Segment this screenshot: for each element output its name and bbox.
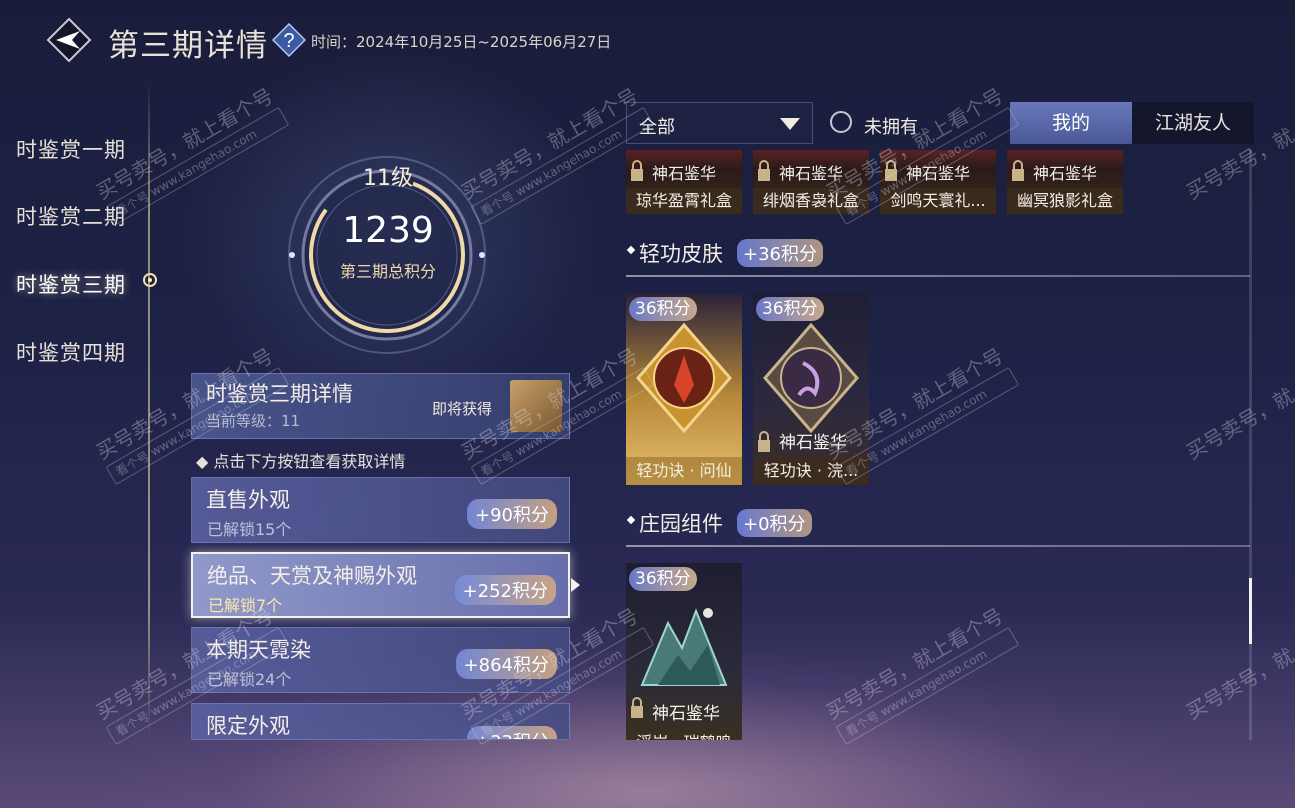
skin-name: 轻功诀 · 浣...	[753, 457, 869, 485]
category-premium[interactable]: 绝品、天赏及神赐外观 已解锁7个 +252积分	[191, 552, 570, 618]
category-points: +252积分	[454, 575, 556, 605]
scrollbar-track[interactable]	[1249, 150, 1252, 740]
gift-card[interactable]: 神石鉴华 剑鸣天寰礼...	[880, 150, 996, 214]
svg-text:?: ?	[283, 30, 294, 52]
category-name: 本期天霓染	[206, 638, 311, 662]
sidebar-divider	[148, 80, 150, 740]
back-arrow-icon	[46, 17, 92, 63]
category-name: 绝品、天赏及神赐外观	[207, 564, 417, 588]
lock-icon	[631, 697, 643, 718]
not-owned-radio[interactable]	[830, 111, 852, 133]
coming-soon-label: 即将获得	[432, 400, 493, 418]
skin-card[interactable]: 36积分 轻功诀 · 问仙	[626, 293, 742, 485]
watermark-site: 看个号 www.kangehao.com	[835, 626, 1020, 746]
sidebar-item-period-1[interactable]: 时鉴赏一期	[16, 134, 126, 164]
sidebar-item-period-3[interactable]: 时鉴赏三期	[16, 269, 126, 299]
level-label: 11级	[363, 166, 413, 191]
question-icon: ?	[271, 22, 307, 58]
gift-source: 神石鉴华	[1033, 164, 1098, 183]
selected-arrow-icon	[571, 578, 580, 592]
points-badge: 36积分	[756, 297, 824, 321]
tab-friends[interactable]: 江湖友人	[1132, 102, 1254, 144]
category-dye[interactable]: 本期天霓染 已解锁24个 +864积分	[191, 627, 570, 693]
watermark-text: 买号卖号，就上看个号	[1182, 603, 1295, 725]
category-unlocked: 已解锁24个	[207, 670, 292, 689]
total-score: 1239	[342, 210, 434, 251]
filter-value: 全部	[639, 117, 675, 138]
sidebar-item-period-4[interactable]: 时鉴赏四期	[16, 337, 126, 367]
skin-source: 神石鉴华	[779, 433, 847, 453]
section-points-qinggong: +36积分	[737, 239, 823, 267]
next-reward-thumbnail[interactable]	[510, 380, 562, 432]
skin-emblem-icon	[636, 323, 732, 433]
section-divider	[626, 275, 1250, 277]
sidebar-item-period-2[interactable]: 时鉴赏二期	[16, 201, 126, 231]
gift-card[interactable]: 神石鉴华 幽冥狼影礼盒	[1007, 150, 1123, 214]
watermark: 买号卖号，就上看个号	[1180, 340, 1295, 465]
hint-label: 点击下方按钮查看获取详情	[213, 452, 406, 471]
section-bullet-icon	[626, 515, 636, 525]
points-badge: 36积分	[629, 567, 697, 591]
points-badge: 36积分	[629, 297, 697, 321]
section-divider	[626, 545, 1250, 547]
back-button[interactable]	[46, 17, 92, 63]
gift-card[interactable]: 神石鉴华 琼华盈霄礼盒	[626, 150, 742, 214]
gift-card[interactable]: 神石鉴华 绯烟香袅礼盒	[753, 150, 869, 214]
category-points: +864积分	[455, 649, 557, 679]
manor-name: 浮岩 · 瑞鹤鸣	[626, 729, 742, 740]
lock-icon	[758, 160, 770, 181]
help-button[interactable]: ?	[271, 22, 307, 58]
page-title: 第三期详情	[108, 28, 268, 64]
lock-icon	[1012, 160, 1024, 181]
gift-name: 绯烟香袅礼盒	[753, 188, 869, 214]
watermark-text: 买号卖号，就上看个号	[822, 603, 1008, 725]
category-direct-sale[interactable]: 直售外观 已解锁15个 +90积分	[191, 477, 570, 543]
hint-text: ◆ 点击下方按钮查看获取详情	[196, 452, 406, 471]
gift-source: 神石鉴华	[779, 164, 844, 183]
section-title-manor: 庄园组件	[639, 512, 723, 536]
manor-card[interactable]: 36积分 神石鉴华 浮岩 · 瑞鹤鸣	[626, 563, 742, 740]
gift-source: 神石鉴华	[652, 164, 717, 183]
lock-icon	[631, 160, 643, 181]
watermark: 买号卖号，就上看个号	[1180, 600, 1295, 725]
active-marker-icon	[140, 270, 160, 290]
current-level: 当前等级：11	[206, 412, 301, 430]
gift-source: 神石鉴华	[906, 164, 971, 183]
skin-card[interactable]: 36积分 神石鉴华 轻功诀 · 浣...	[753, 293, 869, 485]
watermark: 买号卖号，就上看个号 看个号 www.kangehao.com	[820, 600, 1020, 746]
section-bullet-icon	[626, 245, 636, 255]
category-unlocked: 已解锁15个	[207, 520, 292, 539]
section-points-manor: +0积分	[737, 509, 812, 537]
total-score-label: 第三期总积分	[339, 262, 436, 281]
tab-mine[interactable]: 我的	[1010, 102, 1132, 144]
category-name: 直售外观	[206, 488, 290, 512]
section-title-qinggong: 轻功皮肤	[639, 242, 723, 266]
dropdown-arrow-icon	[780, 118, 800, 130]
skin-name: 轻功诀 · 问仙	[626, 457, 742, 485]
time-range: 时间：2024年10月25日~2025年06月27日	[311, 31, 611, 52]
category-limited[interactable]: 限定外观 +33积分	[191, 703, 570, 740]
filter-dropdown[interactable]: 全部	[626, 102, 813, 144]
gift-name: 剑鸣天寰礼...	[880, 188, 996, 214]
time-value: 2024年10月25日~2025年06月27日	[356, 33, 612, 51]
gift-name: 琼华盈霄礼盒	[626, 188, 742, 214]
scrollbar-thumb[interactable]	[1249, 578, 1252, 644]
lock-icon	[758, 431, 770, 452]
watermark-site: 看个号 www.kangehao.com	[105, 106, 290, 226]
not-owned-label: 未拥有	[864, 117, 918, 138]
time-label: 时间：	[311, 33, 357, 51]
category-points: +90积分	[467, 499, 557, 529]
manor-source: 神石鉴华	[652, 704, 720, 724]
skin-emblem-icon	[763, 323, 859, 433]
category-name: 限定外观	[206, 714, 290, 738]
gift-name: 幽冥狼影礼盒	[1007, 188, 1123, 214]
category-points: +33积分	[467, 726, 557, 739]
lock-icon	[885, 160, 897, 181]
mountain-icon	[640, 608, 728, 686]
period-detail-title: 时鉴赏三期详情	[206, 382, 353, 406]
watermark-text: 买号卖号，就上看个号	[1182, 343, 1295, 465]
category-unlocked: 已解锁7个	[208, 596, 283, 615]
